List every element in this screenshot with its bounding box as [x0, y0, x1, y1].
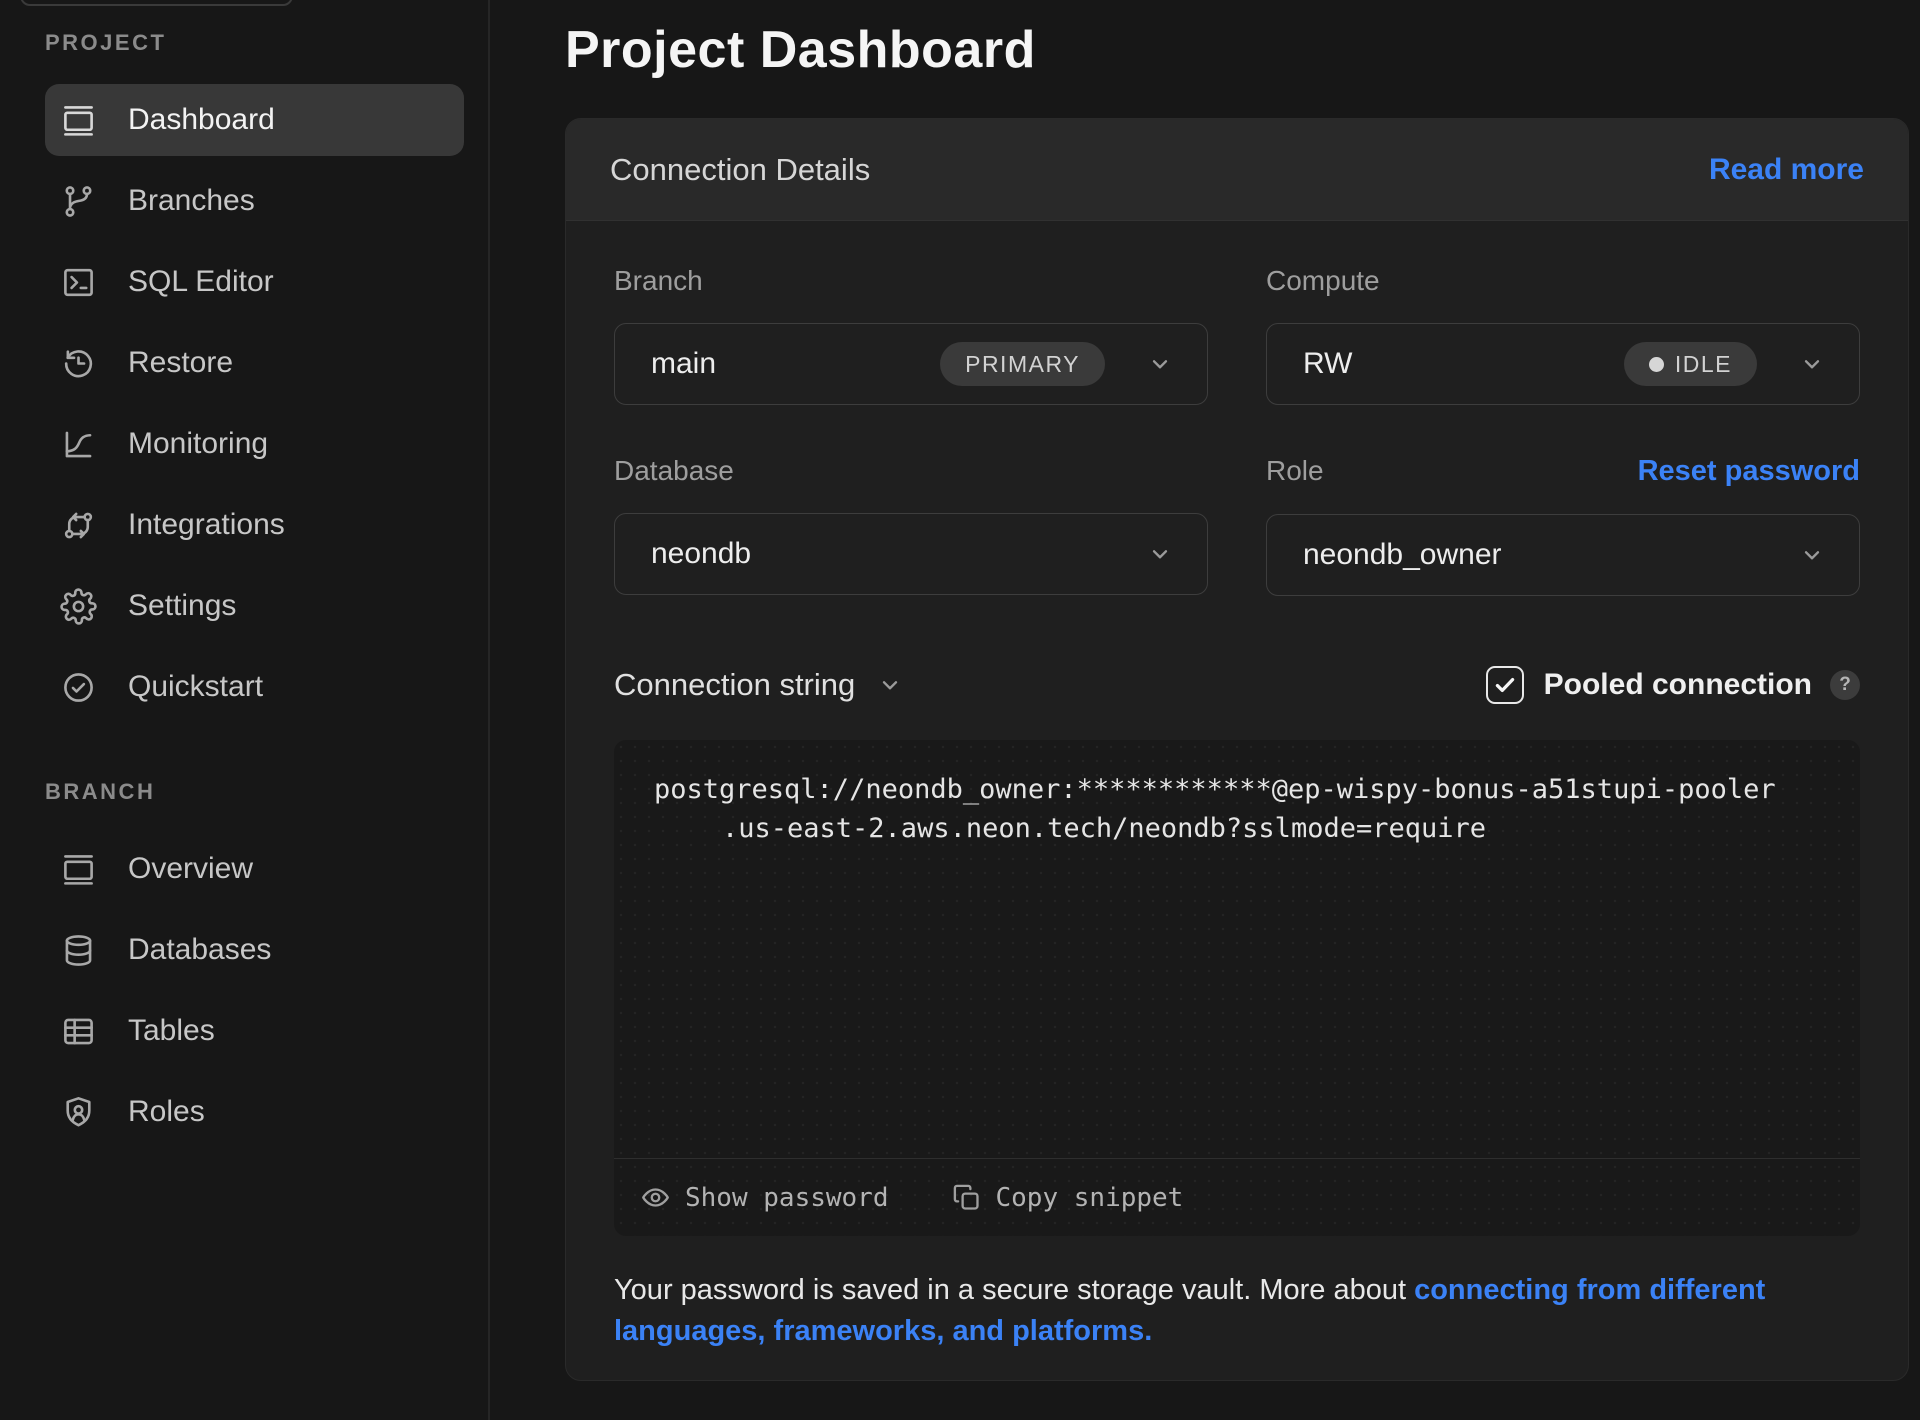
sidebar-section-branch: BRANCH	[45, 779, 464, 805]
database-value: neondb	[651, 537, 1105, 571]
quickstart-icon	[60, 669, 97, 706]
codeblock-actions: Show password Copy snippet	[614, 1158, 1860, 1236]
branches-icon	[60, 183, 97, 220]
restore-icon	[60, 345, 97, 382]
sidebar-item-sql-editor[interactable]: SQL Editor	[45, 246, 464, 318]
sidebar-item-label: Roles	[128, 1095, 205, 1129]
sidebar-item-quickstart[interactable]: Quickstart	[45, 651, 464, 723]
sidebar-item-tables[interactable]: Tables	[45, 995, 464, 1067]
sidebar-item-integrations[interactable]: Integrations	[45, 489, 464, 561]
connection-string-value[interactable]: postgresql://neondb_owner:************@e…	[614, 740, 1860, 848]
pooled-connection-label: Pooled connection	[1544, 668, 1812, 702]
sidebar-item-label: Settings	[128, 589, 236, 623]
database-field: Database neondb	[614, 455, 1208, 596]
overview-icon	[60, 851, 97, 888]
copy-snippet-button[interactable]: Copy snippet	[951, 1182, 1184, 1213]
sidebar-item-label: Branches	[128, 184, 255, 218]
compute-label: Compute	[1266, 265, 1380, 297]
branch-label: Branch	[614, 265, 703, 297]
card-header: Connection Details Read more	[566, 119, 1908, 221]
sidebar-item-label: Quickstart	[128, 670, 263, 704]
main-content: Project Dashboard Connection Details Rea…	[490, 0, 1920, 1420]
branch-select[interactable]: main PRIMARY	[614, 323, 1208, 405]
idle-badge: IDLE	[1624, 342, 1757, 386]
sidebar-item-restore[interactable]: Restore	[45, 327, 464, 399]
card-body: Branch main PRIMARY Compute RW ID	[566, 221, 1908, 1380]
card-title: Connection Details	[610, 152, 870, 188]
sidebar-item-settings[interactable]: Settings	[45, 570, 464, 642]
role-value: neondb_owner	[1303, 538, 1757, 572]
chevron-down-icon	[877, 672, 903, 698]
roles-icon	[60, 1094, 97, 1131]
primary-badge: PRIMARY	[940, 342, 1105, 386]
page-title: Project Dashboard	[565, 20, 1920, 80]
pooled-connection-control: Pooled connection ?	[1486, 666, 1860, 704]
sidebar-item-label: Databases	[128, 933, 271, 967]
chevron-down-icon	[1147, 541, 1173, 567]
monitoring-icon	[60, 426, 97, 463]
password-vault-note: Your password is saved in a secure stora…	[614, 1270, 1804, 1352]
role-field: Role Reset password neondb_owner	[1266, 455, 1860, 596]
sidebar: PROJECT Dashboard Branches SQL Editor Re…	[0, 0, 490, 1420]
show-password-button[interactable]: Show password	[640, 1182, 889, 1213]
eye-icon	[640, 1182, 671, 1213]
sidebar-item-label: Tables	[128, 1014, 215, 1048]
sidebar-item-label: Integrations	[128, 508, 285, 542]
branch-field: Branch main PRIMARY	[614, 265, 1208, 405]
compute-select[interactable]: RW IDLE	[1266, 323, 1860, 405]
sql-editor-icon	[60, 264, 97, 301]
connection-string-dropdown[interactable]: Connection string	[614, 667, 903, 703]
sidebar-item-monitoring[interactable]: Monitoring	[45, 408, 464, 480]
sidebar-item-databases[interactable]: Databases	[45, 914, 464, 986]
connection-string-label: Connection string	[614, 667, 855, 703]
compute-field: Compute RW IDLE	[1266, 265, 1860, 405]
databases-icon	[60, 932, 97, 969]
chevron-down-icon	[1799, 542, 1825, 568]
sidebar-item-label: SQL Editor	[128, 265, 274, 299]
read-more-link[interactable]: Read more	[1709, 153, 1864, 187]
sidebar-section-project: PROJECT	[45, 30, 464, 56]
copy-icon	[951, 1182, 982, 1213]
role-label: Role	[1266, 455, 1324, 487]
chevron-down-icon	[1147, 351, 1173, 377]
tables-icon	[60, 1013, 97, 1050]
help-icon[interactable]: ?	[1830, 670, 1860, 700]
reset-password-link[interactable]: Reset password	[1638, 455, 1860, 488]
sidebar-item-overview[interactable]: Overview	[45, 833, 464, 905]
check-icon	[1492, 672, 1518, 698]
sidebar-item-dashboard[interactable]: Dashboard	[45, 84, 464, 156]
compute-value: RW	[1303, 347, 1624, 381]
connection-details-card: Connection Details Read more Branch main…	[565, 118, 1909, 1381]
sidebar-item-label: Monitoring	[128, 427, 268, 461]
dashboard-icon	[60, 102, 97, 139]
sidebar-item-label: Dashboard	[128, 103, 275, 137]
sidebar-item-label: Overview	[128, 852, 253, 886]
sidebar-item-branches[interactable]: Branches	[45, 165, 464, 237]
sidebar-item-roles[interactable]: Roles	[45, 1076, 464, 1148]
connection-string-row: Connection string Pooled connection ?	[614, 666, 1860, 704]
sidebar-item-label: Restore	[128, 346, 233, 380]
database-select[interactable]: neondb	[614, 513, 1208, 595]
role-select[interactable]: neondb_owner	[1266, 514, 1860, 596]
status-dot	[1649, 357, 1664, 372]
pooled-connection-checkbox[interactable]	[1486, 666, 1524, 704]
settings-icon	[60, 588, 97, 625]
connection-string-codeblock: postgresql://neondb_owner:************@e…	[614, 740, 1860, 1236]
integrations-icon	[60, 507, 97, 544]
branch-value: main	[651, 347, 940, 381]
chevron-down-icon	[1799, 351, 1825, 377]
project-selector-remnant	[20, 0, 293, 6]
database-label: Database	[614, 455, 734, 487]
